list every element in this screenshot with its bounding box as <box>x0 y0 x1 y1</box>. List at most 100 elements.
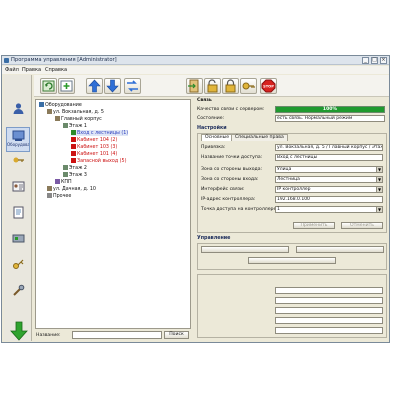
reports-icon <box>13 206 23 219</box>
lock-icon <box>225 79 236 93</box>
hardware-icon <box>12 234 24 243</box>
sync-button[interactable] <box>124 78 141 94</box>
search-input[interactable] <box>72 331 162 339</box>
refresh-icon <box>42 80 55 92</box>
sidebar-bottom-button[interactable] <box>6 321 32 342</box>
cancel-button[interactable]: Отменить <box>341 222 383 229</box>
tree-node[interactable]: Кабинет 101 (4) <box>71 151 117 157</box>
green-arrow-down-icon <box>10 321 28 341</box>
interface-select[interactable]: IP контроллер ▼ <box>275 186 383 193</box>
stop-sign-label: STOP <box>263 85 274 89</box>
access-point-name-field[interactable]: Вход с лестницы <box>275 154 383 161</box>
tree-node[interactable]: ул. Дачная, д. 10 <box>47 186 96 192</box>
sync-arrows-icon <box>127 80 138 92</box>
control-button-1[interactable] <box>201 246 289 253</box>
maximize-button[interactable]: □ <box>371 57 378 64</box>
control-button-2[interactable] <box>296 246 384 253</box>
tab-main[interactable]: Основные <box>201 134 234 141</box>
block-button[interactable] <box>240 78 257 94</box>
sidebar-item-hardware[interactable] <box>6 231 30 256</box>
ip-address-field[interactable]: 192.168.0.100 <box>275 196 383 203</box>
sidebar-item-id-card[interactable] <box>6 179 30 204</box>
tree-node[interactable]: Этаж 2 <box>63 165 87 171</box>
tab-special-rights[interactable]: Специальные права <box>231 134 288 141</box>
search-button[interactable]: Поиск <box>164 331 189 339</box>
add-button[interactable] <box>58 78 75 94</box>
chevron-down-icon[interactable]: ▼ <box>376 177 382 182</box>
sidebar-item-keys[interactable] <box>6 153 30 178</box>
menu-help[interactable]: Справка <box>45 67 67 73</box>
sidebar-item-key[interactable] <box>6 257 30 282</box>
user-icon <box>13 103 23 114</box>
lock-button[interactable] <box>222 78 239 94</box>
tree-node[interactable]: Этаж 1 <box>63 123 87 129</box>
unlock-button[interactable] <box>204 78 221 94</box>
window-title: Программа управления [Administrator] <box>11 57 117 63</box>
tree-node-label: КПП <box>61 180 72 185</box>
tree-node[interactable]: ул. Вокзальная, д. 5 <box>47 109 104 115</box>
state-row-value <box>275 317 383 324</box>
emergency-stop-button[interactable]: STOP <box>260 78 277 94</box>
sidebar-item-user[interactable] <box>6 101 30 126</box>
menu-file[interactable]: Файл <box>5 67 19 73</box>
quality-label: Качество связи с сервером: <box>197 107 265 112</box>
state-row-value <box>275 287 383 294</box>
tree-node-label: Этаж 1 <box>69 124 87 129</box>
menu-bar: Файл Правка Справка <box>2 66 389 74</box>
tree-node-label: Оборудование <box>45 103 82 108</box>
menu-edit[interactable]: Правка <box>22 67 41 73</box>
sidebar-item-tools[interactable] <box>6 283 30 308</box>
entry-zone-value: Лестница <box>277 177 300 182</box>
chevron-down-icon[interactable]: ▼ <box>376 187 382 192</box>
open-button[interactable] <box>186 78 203 94</box>
status-title: Связь <box>197 98 212 103</box>
door-icon <box>71 130 76 135</box>
search-label: Название: <box>36 333 61 338</box>
move-down-button[interactable] <box>104 78 121 94</box>
tree-node[interactable]: Этаж 3 <box>63 172 87 178</box>
tree-node[interactable]: Запасной выход (5) <box>71 158 126 164</box>
settings-row-label: Название точки доступа: <box>201 155 263 160</box>
floor-icon <box>63 172 68 177</box>
search-row: Название: Поиск <box>35 331 191 340</box>
door-alarm-icon <box>71 151 76 156</box>
tree-node-label: Кабинет 101 (4) <box>77 152 118 157</box>
details-panel: Связь Качество связи с сервером: 100% Со… <box>195 98 389 341</box>
tree-node[interactable]: Главный корпус <box>55 116 102 122</box>
title-bar[interactable]: Программа управления [Administrator] _ □… <box>2 56 389 65</box>
tree-node[interactable]: КПП <box>55 179 72 185</box>
tree-node[interactable]: Кабинет 103 (3) <box>71 144 117 150</box>
main-window: Программа управления [Administrator] _ □… <box>1 55 390 343</box>
tree-node-label: Вход с лестницы (1) <box>77 131 129 136</box>
controller-point-select[interactable]: 1 ▼ <box>275 206 383 213</box>
refresh-button[interactable] <box>40 78 57 94</box>
tree-node[interactable]: Прочее <box>47 193 71 199</box>
building-icon <box>55 116 60 121</box>
tree-node[interactable]: Вход с лестницы (1) <box>71 130 129 136</box>
move-up-button[interactable] <box>86 78 103 94</box>
chevron-down-icon[interactable]: ▼ <box>376 207 382 212</box>
entry-zone-select[interactable]: Лестница ▼ <box>275 176 383 183</box>
chevron-down-icon[interactable]: ▼ <box>376 167 382 172</box>
id-card-icon <box>12 181 24 192</box>
sidebar-item-equipment[interactable]: Оборудование <box>6 127 30 152</box>
equipment-icon <box>12 130 24 141</box>
open-door-icon <box>188 79 199 93</box>
tree-node[interactable]: Оборудование <box>39 102 82 108</box>
exit-zone-select[interactable]: Улица ▼ <box>275 166 383 173</box>
control-button-3[interactable] <box>248 257 336 264</box>
equipment-tree[interactable]: Оборудование ул. Вокзальная, д. 5 Главный … <box>35 99 191 329</box>
tree-node-label: Кабинет 103 (3) <box>77 145 118 150</box>
binding-field[interactable]: ул. Вокзальная, д. 5 / Главный корпус / … <box>275 144 383 151</box>
close-button[interactable]: × <box>380 57 387 64</box>
toolbar: STOP <box>34 75 389 97</box>
exit-zone-value: Улица <box>277 167 292 172</box>
tree-node-label: Этаж 3 <box>69 173 87 178</box>
tree-node[interactable]: Кабинет 104 (2) <box>71 137 117 143</box>
quality-progress-bar: 100% <box>275 106 385 113</box>
sidebar-item-reports[interactable] <box>6 205 30 230</box>
gate-icon <box>55 179 60 184</box>
tree-node-label: Этаж 2 <box>69 166 87 171</box>
minimize-button[interactable]: _ <box>362 57 369 64</box>
apply-button[interactable]: Применить <box>293 222 335 229</box>
